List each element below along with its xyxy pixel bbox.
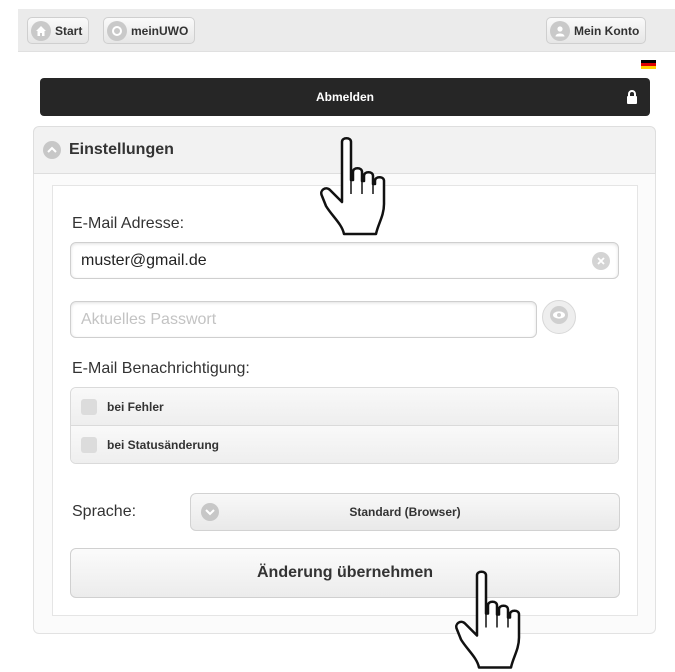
email-field-wrapper [70, 242, 619, 279]
language-label: Sprache: [72, 503, 137, 520]
user-icon [550, 20, 570, 41]
logout-label: Abmelden [315, 90, 374, 104]
lock-icon [626, 90, 638, 107]
start-label: Start [55, 23, 83, 38]
account-button[interactable]: Mein Konto [546, 17, 647, 44]
show-password-button[interactable] [542, 300, 576, 334]
apply-changes-label: Änderung übernehmen [256, 564, 433, 581]
home-icon [31, 20, 51, 41]
top-navbar: Start meinUWO Mein Konto [18, 9, 675, 52]
eye-icon [549, 305, 569, 330]
checkbox-box[interactable] [81, 398, 97, 415]
meinuwo-button[interactable]: meinUWO [103, 17, 196, 44]
logout-button[interactable]: Abmelden [40, 78, 650, 116]
checkbox-on-error[interactable]: bei Fehler [71, 388, 618, 426]
email-field[interactable] [81, 243, 519, 278]
uwo-icon [107, 20, 127, 41]
language-value: Standard (Browser) [349, 505, 461, 519]
language-select[interactable]: Standard (Browser) [190, 493, 620, 531]
start-button[interactable]: Start [27, 17, 90, 44]
language-flag-icon[interactable] [641, 60, 656, 69]
notification-label: E-Mail Benachrichtigung: [72, 360, 250, 377]
chevron-down-icon [201, 503, 219, 521]
hand-cursor-icon [320, 137, 386, 236]
password-field-wrapper [70, 301, 537, 338]
meinuwo-label: meinUWO [131, 23, 189, 38]
clear-icon[interactable] [592, 252, 610, 270]
email-label: E-Mail Adresse: [72, 215, 185, 232]
hand-cursor-icon [455, 570, 521, 669]
password-field[interactable] [81, 302, 453, 337]
checkbox-on-status-change[interactable]: bei Statusänderung [71, 426, 618, 463]
checkbox-box[interactable] [81, 437, 97, 453]
settings-title: Einstellungen [69, 141, 174, 158]
apply-changes-button[interactable]: Änderung übernehmen [70, 548, 620, 598]
account-label: Mein Konto [574, 23, 640, 38]
checkbox-label: bei Fehler [107, 399, 164, 414]
checkbox-label: bei Statusänderung [107, 438, 220, 452]
notification-group: bei Fehler bei Statusänderung [70, 387, 619, 464]
collapse-icon [43, 141, 61, 159]
